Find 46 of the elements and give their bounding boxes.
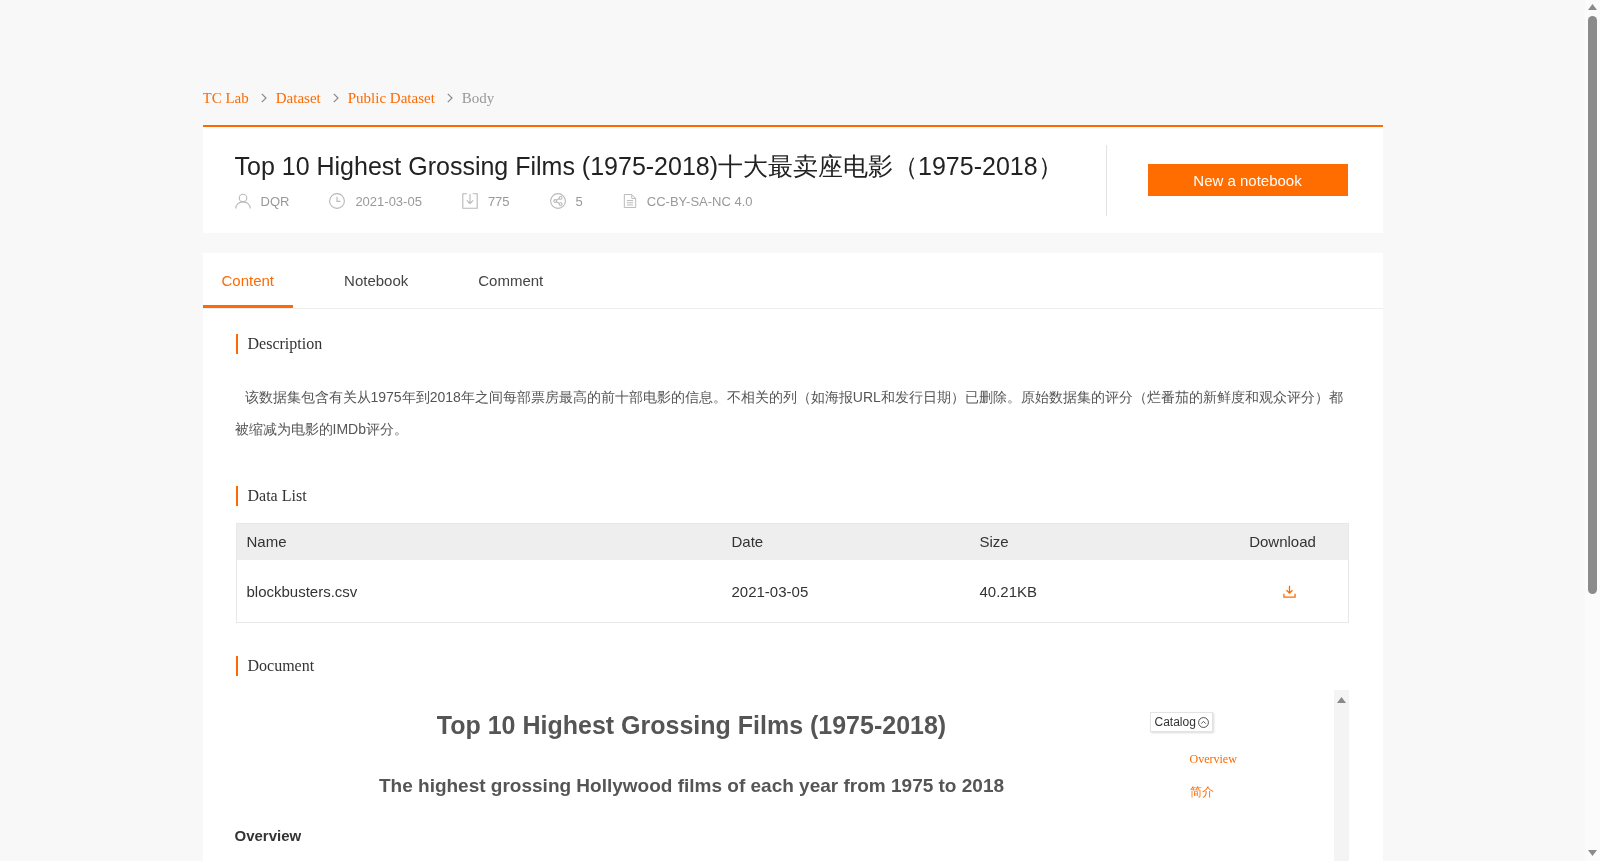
column-header: Download [1249,533,1316,550]
section-heading: Data List [235,486,307,506]
chevron-right-icon [446,93,453,103]
section-heading: Document [235,656,315,676]
scroll-down-arrow-icon[interactable] [1588,850,1597,856]
column-header: Size [978,533,1009,550]
table-cell-text: 40.21KB [978,582,1039,600]
catalog-link[interactable]: 简介 [1189,785,1214,799]
tab[interactable]: Content [202,253,294,308]
scrollbar[interactable] [1333,690,1349,861]
clock-icon [329,193,346,209]
meta-text: 775 [487,193,510,209]
tab[interactable]: Comment [459,253,563,308]
download-icon[interactable] [1283,584,1296,598]
meta-text: DQR [260,193,290,209]
tab[interactable]: Notebook [325,253,428,308]
chevron-right-icon [260,93,267,103]
scroll-up-arrow-icon[interactable] [1336,697,1346,703]
breadcrumb-link[interactable]: Dataset [275,89,321,107]
chevron-up-circle-icon [1197,716,1209,728]
chevron-right-icon [332,93,339,103]
document-title: Top 10 Highest Grossing Films (1975-2018) [435,710,948,741]
meta-text: 2021-03-05 [355,193,422,209]
breadcrumb-link[interactable]: TC Lab [202,89,249,107]
new-notebook-button[interactable]: New a notebook [1147,164,1348,196]
scrollbar-thumb[interactable] [1588,16,1597,594]
share-icon [549,193,566,209]
column-header: Date [730,533,764,550]
breadcrumb-current: Body [461,89,495,107]
download-icon [461,193,478,209]
table-cell-text: 2021-03-05 [730,582,810,600]
document-subtitle: The highest grossing Hollywood films of each year from 1975 to 2018 [377,774,1006,798]
scroll-up-arrow-icon[interactable] [1588,4,1597,10]
meta-text: 5 [575,193,583,209]
document-icon [622,193,637,209]
table-cell-text: blockbusters.csv [245,582,359,600]
document-section-heading: Overview [234,826,303,846]
description-text: 该数据集包含有关从1975年到2018年之间每部票房最高的前十部电影的信息。不相关的列（如海报URL和发行日期）已删除。原始数据集的评分（烂番茄的新鲜度和观众评分）都被缩减为电影的IMDb评分。 [234,388,1344,439]
section-heading: Description [235,334,323,354]
column-header: Name [245,533,287,550]
catalog-link[interactable]: Overview [1189,752,1237,766]
dataset-title: Top 10 Highest Grossing Films (1975-2018)十大最卖座电影（1975-2018） [234,151,1064,182]
person-icon [234,193,251,209]
breadcrumb-link[interactable]: Public Dataset [347,89,435,107]
catalog-button[interactable]: Catalog [1149,712,1213,732]
meta-text: CC-BY-SA-NC 4.0 [646,193,753,209]
